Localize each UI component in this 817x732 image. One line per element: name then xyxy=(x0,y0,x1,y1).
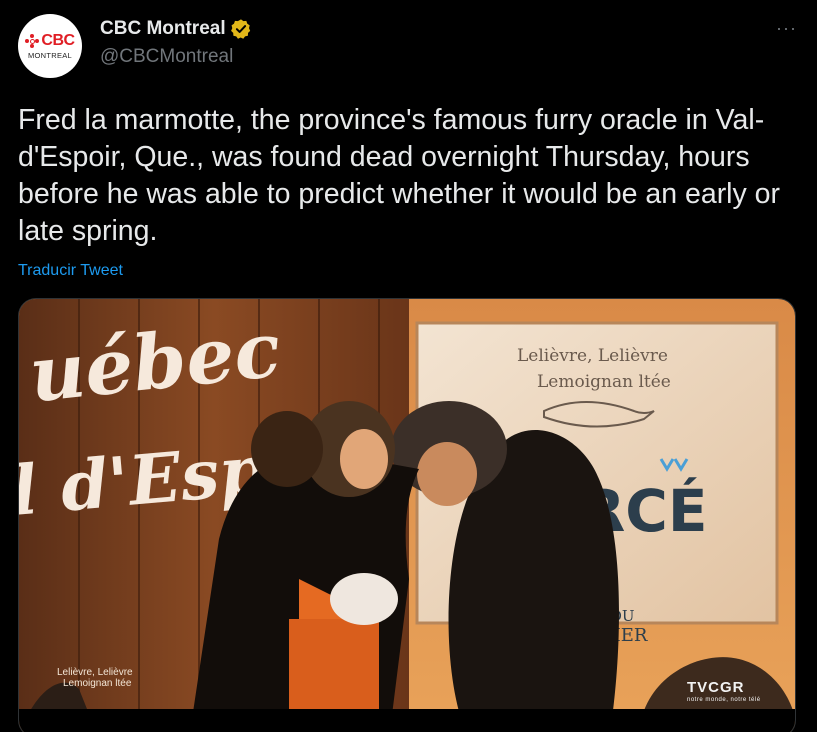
cbc-logo: CBC xyxy=(25,32,75,50)
author-names: CBC Montreal @CBCMontreal xyxy=(100,18,252,68)
tweet-media-image[interactable]: uébec l d'Esp Lelièvre, Lelièvre Lemoign… xyxy=(18,298,796,732)
watermark-left: Lelièvre, Lelièvre Lemoignan ltée xyxy=(57,667,133,689)
more-options-icon[interactable]: ··· xyxy=(776,18,797,39)
avatar-logo-sub: MONTREAL xyxy=(27,51,73,60)
watermark-left-line1: Lelièvre, Lelièvre xyxy=(57,667,133,678)
sign-right-line1: Lelièvre, Lelièvre xyxy=(517,346,668,366)
cbc-gem-icon xyxy=(25,34,40,48)
tweet-header: CBC MONTREAL CBC Montreal @CBCMontreal ·… xyxy=(18,14,799,78)
avatar-logo-text: CBC xyxy=(41,32,75,49)
verified-badge-icon xyxy=(230,19,250,39)
watermark-right-logo: TVCGR xyxy=(687,679,745,696)
tweet-text: Fred la marmotte, the province's famous … xyxy=(18,104,781,247)
translate-tweet-link[interactable]: Traducir Tweet xyxy=(18,262,123,280)
sign-right-line2: Lemoignan ltée xyxy=(537,372,671,392)
display-name[interactable]: CBC Montreal xyxy=(100,18,226,40)
watermark-left-line2: Lemoignan ltée xyxy=(63,678,132,689)
watermark-right-sub: notre monde, notre télé xyxy=(687,697,761,703)
media-bottom-strip xyxy=(19,709,795,732)
media-photo: uébec l d'Esp Lelièvre, Lelièvre Lemoign… xyxy=(19,299,795,732)
watermark-right: TVCGR notre monde, notre télé xyxy=(687,679,761,703)
handle[interactable]: @CBCMontreal xyxy=(100,46,252,68)
avatar[interactable]: CBC MONTREAL xyxy=(18,14,82,78)
